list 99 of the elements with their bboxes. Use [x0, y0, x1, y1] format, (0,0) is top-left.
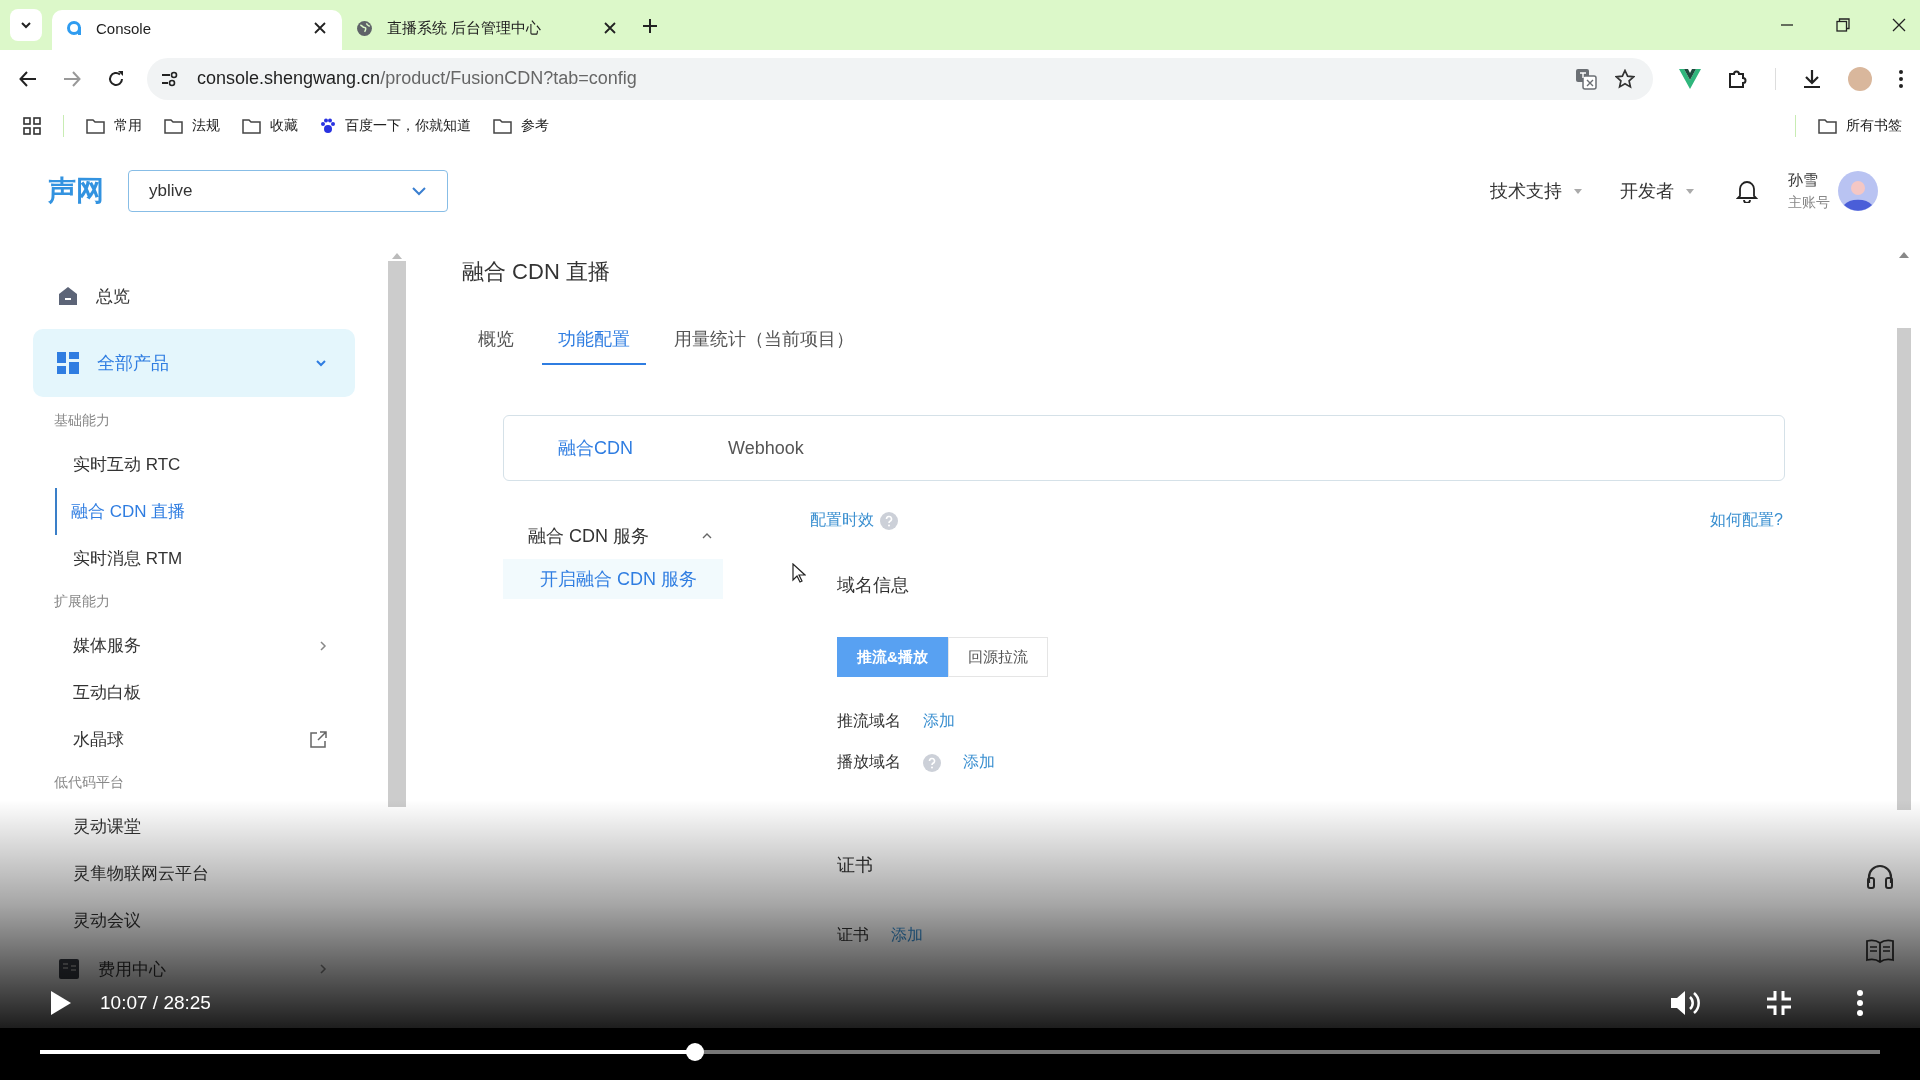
video-progress-bar[interactable]: [40, 1043, 1880, 1061]
mouse-cursor-icon: [792, 563, 806, 583]
sidebar-item[interactable]: 融合 CDN 直播: [55, 488, 355, 535]
bookmark[interactable]: 参考: [493, 117, 549, 135]
user-role: 主账号: [1788, 193, 1830, 212]
bookmark[interactable]: 百度一下，你就知道: [320, 117, 471, 135]
chevron-right-icon: [319, 963, 327, 975]
service-menu-item[interactable]: 开启融合 CDN 服务: [503, 559, 723, 599]
folder-icon: [1818, 118, 1837, 134]
scrollbar[interactable]: [388, 261, 406, 807]
bookmark[interactable]: 法规: [164, 117, 220, 135]
forward-icon[interactable]: [63, 69, 81, 88]
user-avatar[interactable]: [1838, 171, 1878, 211]
add-link[interactable]: 添加: [923, 711, 955, 732]
scroll-up-icon[interactable]: [1899, 252, 1909, 258]
bookmark[interactable]: 常用: [86, 117, 142, 135]
folder-icon: [86, 118, 105, 134]
project-select[interactable]: yblive: [128, 170, 448, 212]
star-icon[interactable]: [1615, 68, 1635, 89]
sidebar-item[interactable]: 灵动课堂: [55, 803, 355, 850]
mode-toggle[interactable]: 回源拉流: [947, 637, 1048, 677]
sidebar-item[interactable]: 水晶球: [55, 716, 355, 763]
page-tab[interactable]: 功能配置: [542, 327, 646, 365]
sidebar-heading: 基础能力: [53, 411, 111, 430]
user-name: 孙雪: [1788, 170, 1819, 190]
sidebar-item[interactable]: 互动白板: [55, 669, 355, 716]
sidebar-item[interactable]: 实时消息 RTM: [55, 535, 355, 582]
play-icon[interactable]: [50, 990, 72, 1016]
more-icon[interactable]: [1856, 989, 1864, 1017]
field-label: 证书: [837, 925, 869, 945]
section-title: 域名信息: [837, 574, 910, 597]
url-text: console.shengwang.cn/product/FusionCDN?tab=config: [197, 68, 637, 89]
v-logo-icon[interactable]: [1679, 68, 1701, 89]
page-tab[interactable]: 概览: [462, 327, 530, 365]
grid-icon: [57, 352, 79, 374]
sidebar-item[interactable]: 灵隼物联网云平台: [55, 850, 355, 897]
chevron-icon: [315, 359, 327, 367]
tab-list-button[interactable]: [10, 9, 42, 41]
folder-icon: [493, 118, 512, 134]
bill-icon: [58, 958, 80, 980]
browser-tab[interactable]: 直播系统 后台管理中心: [342, 10, 632, 50]
chevron-down-icon: [411, 186, 427, 196]
paw-icon: [320, 118, 336, 134]
how-to-configure-link[interactable]: 如何配置?: [1710, 510, 1783, 531]
notification-bell-icon[interactable]: [1736, 179, 1758, 203]
back-icon[interactable]: [19, 69, 37, 88]
address-bar[interactable]: console.shengwang.cn/product/FusionCDN?tab=config: [147, 57, 1653, 100]
reload-icon[interactable]: [107, 69, 125, 88]
chevron-right-icon: [319, 639, 327, 652]
caret-icon: [1686, 188, 1694, 194]
folder-icon: [164, 118, 183, 134]
site-info-icon[interactable]: [161, 70, 179, 87]
header-menu[interactable]: 开发者: [1620, 179, 1694, 203]
close-icon[interactable]: [1892, 18, 1906, 32]
caret-icon: [1574, 188, 1582, 194]
subtab[interactable]: Webhook: [728, 437, 804, 459]
exit-fullscreen-icon[interactable]: [1766, 990, 1792, 1016]
page-title: 融合 CDN 直播: [462, 258, 611, 286]
sidebar-item[interactable]: 灵动会议: [55, 897, 355, 944]
sidebar-item[interactable]: 总览: [33, 271, 355, 321]
headphones-icon[interactable]: [1866, 863, 1894, 889]
subtab[interactable]: 融合CDN: [558, 436, 633, 460]
new-tab-icon[interactable]: [642, 18, 658, 34]
page-tab[interactable]: 用量统计（当前项目）: [658, 327, 870, 365]
field-label: 推流域名: [837, 711, 901, 731]
translate-icon[interactable]: [1575, 67, 1597, 90]
all-bookmarks-button[interactable]: 所有书签: [1818, 117, 1902, 135]
section-title: 证书: [837, 854, 874, 877]
home-icon: [58, 286, 78, 306]
apps-icon[interactable]: [23, 117, 41, 135]
sidebar-section[interactable]: 全部产品: [33, 329, 355, 397]
more-icon[interactable]: [1898, 68, 1904, 89]
download-icon[interactable]: [1802, 68, 1822, 89]
sidebar-item[interactable]: 实时互动 RTC: [55, 441, 355, 488]
close-icon[interactable]: [604, 22, 616, 34]
external-link-icon: [309, 730, 327, 749]
site-logo-icon: [66, 20, 82, 36]
header-menu[interactable]: 技术支持: [1490, 179, 1582, 203]
browser-tab[interactable]: Console: [52, 10, 342, 50]
bookmark[interactable]: 收藏: [242, 117, 298, 135]
tab-title: Console: [96, 19, 153, 37]
chevron-icon: [701, 532, 713, 540]
globe-icon: [356, 19, 373, 37]
sidebar-heading: 低代码平台: [53, 773, 125, 792]
book-icon[interactable]: [1865, 939, 1895, 963]
close-icon[interactable]: [314, 22, 326, 34]
volume-icon[interactable]: [1670, 989, 1702, 1017]
sidebar-heading: 扩展能力: [53, 592, 111, 611]
add-link[interactable]: 添加: [963, 752, 995, 773]
config-timing-link[interactable]: 配置时效: [810, 510, 874, 531]
restore-icon[interactable]: [1836, 18, 1850, 32]
sidebar-item[interactable]: 媒体服务: [55, 622, 355, 669]
progress-handle[interactable]: [686, 1043, 705, 1061]
field-label: 播放域名: [837, 752, 901, 772]
tab-title: 直播系统 后台管理中心: [387, 18, 543, 38]
video-time: 10:07 / 28:25: [100, 992, 211, 1014]
scrollbar[interactable]: [1897, 328, 1911, 810]
folder-icon: [242, 118, 261, 134]
service-menu-header[interactable]: 融合 CDN 服务: [503, 521, 723, 551]
